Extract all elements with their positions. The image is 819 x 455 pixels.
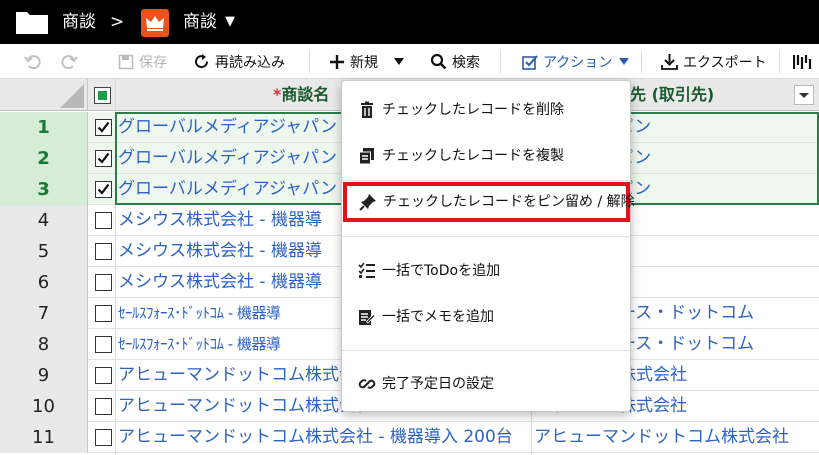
search-button[interactable]: 検索 — [430, 44, 480, 79]
action-dropdown-icon — [619, 57, 630, 65]
more-tools-button[interactable] — [793, 44, 818, 79]
row-number[interactable]: 11 — [0, 422, 88, 453]
menu-item-label: チェックしたレコードを削除 — [382, 102, 564, 118]
column-header-deal-name[interactable]: *商談名 — [273, 79, 329, 111]
undo-icon — [24, 54, 41, 69]
menu-item-set-due-date[interactable]: 完了予定日の設定 — [342, 364, 630, 404]
copy-icon — [359, 148, 374, 165]
redo-button[interactable] — [60, 44, 83, 79]
folder-icon[interactable] — [14, 8, 50, 36]
app-dropdown-icon[interactable]: ▼ — [225, 10, 235, 34]
checkmark-icon — [97, 152, 110, 164]
row-checkbox[interactable] — [95, 367, 112, 384]
row-number[interactable]: 6 — [0, 267, 88, 298]
cell-deal-name[interactable]: アヒューマンドットコム株式会社 - 機器導入 200台 — [118, 422, 528, 453]
reload-button[interactable]: 再読み込み — [193, 44, 285, 79]
link-icon — [358, 379, 376, 389]
row-number[interactable]: 3 — [0, 174, 88, 205]
row-checkbox[interactable] — [95, 336, 112, 353]
export-button[interactable]: エクスポート — [661, 44, 767, 79]
toolbar: 保存 再読み込み 新規 検索 アクション エクスポート — [0, 44, 819, 79]
menu-item-label: 一括でメモを追加 — [382, 309, 494, 325]
new-label: 新規 — [350, 54, 378, 71]
menu-item-label: 完了予定日の設定 — [382, 376, 494, 392]
row-number[interactable]: 7 — [0, 298, 88, 329]
new-dropdown-icon[interactable] — [394, 57, 404, 66]
save-icon — [118, 54, 134, 69]
menu-item-bulk-todo[interactable]: 一括でToDoを追加 — [342, 251, 630, 291]
row-checkbox[interactable] — [95, 212, 112, 229]
checkmark-icon — [97, 183, 110, 195]
breadcrumb-separator: > — [110, 12, 125, 32]
table-row[interactable]: 11 アヒューマンドットコム株式会社 - 機器導入 200台 アヒューマンドットコム… — [0, 422, 819, 453]
download-icon — [661, 54, 678, 70]
reload-icon — [195, 54, 209, 69]
chevron-down-icon — [799, 93, 809, 98]
memo-icon — [359, 310, 376, 325]
row-checkbox[interactable] — [95, 429, 112, 446]
pin-icon — [359, 194, 376, 211]
grid-corner[interactable] — [0, 79, 88, 111]
reload-label: 再読み込み — [215, 54, 285, 71]
breadcrumb-root[interactable]: 商談 — [62, 10, 96, 34]
column-filter-button[interactable] — [794, 85, 814, 105]
row-checkbox[interactable] — [95, 274, 112, 291]
search-icon — [430, 53, 447, 70]
trash-icon — [361, 101, 373, 118]
row-checkbox[interactable] — [95, 150, 112, 167]
menu-item-label: 一括でToDoを追加 — [382, 263, 501, 279]
row-checkbox[interactable] — [95, 305, 112, 322]
row-number[interactable]: 10 — [0, 391, 88, 422]
select-all-checkbox[interactable] — [94, 87, 111, 104]
row-number[interactable]: 9 — [0, 360, 88, 391]
redo-icon — [61, 54, 78, 69]
new-button[interactable]: 新規 — [329, 44, 409, 79]
title-bar: 商談 > 商談 ▼ — [0, 0, 819, 44]
action-menu: チェックしたレコードを削除 チェックしたレコードを複製 チェックしたレコードをピ… — [341, 80, 635, 412]
action-button[interactable]: アクション — [522, 44, 634, 79]
save-label: 保存 — [139, 54, 167, 71]
menu-item-label: チェックしたレコードをピン留め / 解除 — [383, 194, 635, 210]
row-number[interactable]: 5 — [0, 236, 88, 267]
save-button[interactable]: 保存 — [118, 44, 167, 79]
column-header-account[interactable]: 先 (取引先) — [630, 79, 714, 111]
action-checkbox-icon — [522, 54, 538, 70]
cell-account[interactable]: アヒューマンドットコム株式会社 — [534, 422, 819, 453]
menu-item-bulk-memo[interactable]: 一括でメモを追加 — [342, 297, 630, 337]
menu-item-delete[interactable]: チェックしたレコードを削除 — [342, 90, 630, 130]
menu-item-label: チェックしたレコードを複製 — [382, 148, 564, 164]
action-label: アクション — [543, 54, 613, 71]
row-number[interactable]: 1 — [0, 112, 88, 143]
column-header-deal-name-label: 商談名 — [281, 85, 330, 104]
row-checkbox[interactable] — [95, 181, 112, 198]
export-label: エクスポート — [683, 54, 767, 71]
todo-list-icon — [358, 262, 375, 278]
menu-item-duplicate[interactable]: チェックしたレコードを複製 — [342, 136, 630, 176]
app-name[interactable]: 商談 — [183, 10, 217, 34]
checkmark-icon — [97, 121, 110, 133]
row-number[interactable]: 4 — [0, 205, 88, 236]
row-checkbox[interactable] — [95, 119, 112, 136]
row-number[interactable]: 2 — [0, 143, 88, 174]
row-checkbox[interactable] — [95, 243, 112, 260]
grid-tools-icon — [793, 54, 812, 69]
plus-icon — [330, 54, 344, 69]
undo-button[interactable] — [24, 44, 47, 79]
search-label: 検索 — [452, 54, 480, 71]
app-crown-icon — [141, 9, 169, 37]
row-checkbox[interactable] — [95, 398, 112, 415]
menu-item-pin[interactable]: チェックしたレコードをピン留め / 解除 — [343, 182, 635, 222]
row-number[interactable]: 8 — [0, 329, 88, 360]
